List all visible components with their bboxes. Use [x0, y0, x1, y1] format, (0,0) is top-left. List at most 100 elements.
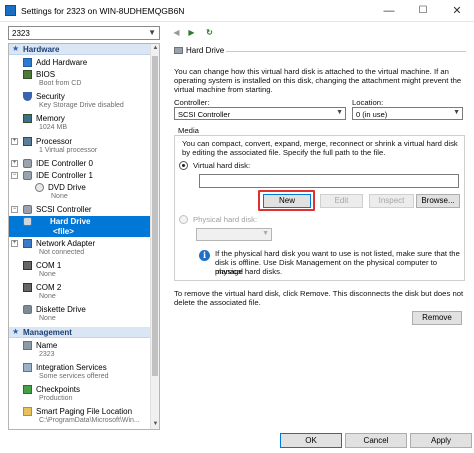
ide-controller-icon [23, 159, 32, 168]
star-icon: ★ [12, 327, 20, 336]
intro-line-2: operating system is installed on this di… [174, 76, 462, 85]
hard-drive-panel: Hard Drive You can change how this virtu… [166, 43, 466, 430]
collapse-toggle-icon[interactable]: − [11, 206, 18, 213]
hardware-header-label: Hardware [23, 45, 60, 54]
tree-item-processor[interactable]: + Processor 1 Virtual processor [9, 136, 151, 157]
tree-item-ide-controller-1[interactable]: − IDE Controller 1 [9, 170, 151, 181]
panel-title: Hard Drive [172, 46, 227, 55]
refresh-icon[interactable]: ↻ [203, 26, 216, 39]
remove-text-1: To remove the virtual hard disk, click R… [174, 289, 464, 298]
tree-item-sub: <file> [53, 227, 74, 236]
virtual-hd-radio[interactable] [179, 161, 188, 170]
physical-hd-label: Physical hard disk: [193, 215, 258, 224]
diskette-icon [23, 305, 32, 314]
highlight-annotation [258, 190, 315, 211]
radio-selected-dot [182, 164, 185, 167]
tree-item-label: COM 1 [36, 261, 62, 270]
collapse-toggle-icon[interactable]: − [11, 172, 18, 179]
vm-selector[interactable]: 2323 ▼ [8, 26, 160, 40]
settings-tree[interactable]: ★ Hardware Add Hardware BIOS Boot from C… [8, 43, 160, 430]
expand-toggle-icon[interactable]: + [11, 160, 18, 167]
physical-hd-radio[interactable] [179, 215, 188, 224]
tree-item-label: Network Adapter [36, 239, 96, 248]
maximize-button[interactable]: ☐ [406, 0, 440, 22]
scroll-thumb[interactable] [152, 56, 158, 376]
scsi-controller-icon [23, 205, 32, 214]
close-button[interactable]: ✕ [440, 0, 474, 22]
tree-item-label: Memory [36, 114, 65, 123]
inspect-button[interactable]: Inspect [369, 194, 414, 208]
tree-item-sub: C:\ProgramData\Microsoft\Win... [39, 417, 140, 424]
tree-item-sub: 1 Virtual processor [39, 147, 98, 154]
expand-toggle-icon[interactable]: + [11, 138, 18, 145]
intro-line-1: You can change how this virtual hard dis… [174, 67, 449, 76]
tree-item-diskette-drive[interactable]: Diskette Drive None [9, 304, 151, 325]
processor-icon [23, 137, 32, 146]
tree-item-sub: None [39, 315, 56, 322]
location-value: 0 (in use) [356, 109, 388, 119]
remove-button[interactable]: Remove [412, 311, 462, 325]
management-section-header[interactable]: ★ Management [9, 327, 151, 338]
tree-item-com1[interactable]: COM 1 None [9, 260, 151, 281]
controller-label: Controller: [174, 98, 210, 107]
panel-title-text: Hard Drive [186, 46, 225, 55]
tree-item-label: Processor [36, 137, 73, 146]
tree-item-security[interactable]: Security Key Storage Drive disabled [9, 91, 151, 112]
serial-port-icon [23, 261, 32, 270]
apply-button[interactable]: Apply [410, 433, 472, 448]
tree-item-label: IDE Controller 1 [36, 171, 93, 180]
dvd-icon [35, 183, 44, 192]
chevron-down-icon: ▼ [453, 109, 460, 116]
tree-item-add-hardware[interactable]: Add Hardware [9, 57, 151, 68]
ok-button[interactable]: OK [280, 433, 342, 448]
edit-button[interactable]: Edit [320, 194, 363, 208]
location-label: Location: [352, 98, 384, 107]
settings-app-icon [5, 5, 16, 16]
expand-toggle-icon[interactable]: + [11, 240, 18, 247]
tree-item-network-adapter[interactable]: + Network Adapter Not connected [9, 238, 151, 259]
tree-item-ide-controller-0[interactable]: + IDE Controller 0 [9, 158, 151, 169]
window-title: Settings for 2323 on WIN-8UDHEMQGB6N [21, 6, 185, 16]
tree-item-dvd-drive[interactable]: DVD Drive None [9, 182, 151, 203]
hard-drive-icon [23, 217, 32, 226]
tree-item-hard-drive[interactable]: Hard Drive <file> [9, 216, 151, 237]
tree-item-checkpoints[interactable]: Checkpoints Production [9, 384, 151, 405]
physical-note-1: If the physical hard disk you want to us… [215, 249, 460, 258]
physical-note-3: physical hard disks. [215, 267, 283, 276]
controller-dropdown[interactable]: SCSI Controller ▼ [174, 107, 346, 120]
bios-icon [23, 70, 32, 79]
tree-item-label: Checkpoints [36, 385, 81, 394]
tree-item-label: Security [36, 92, 65, 101]
tree-item-memory[interactable]: Memory 1024 MB [9, 113, 151, 134]
info-icon: i [199, 250, 210, 261]
tree-item-scsi-controller[interactable]: − SCSI Controller [9, 204, 151, 215]
tree-item-com2[interactable]: COM 2 None [9, 282, 151, 303]
physical-hd-dropdown[interactable]: ▼ [196, 228, 272, 241]
back-icon[interactable]: ◀ [170, 26, 183, 39]
virtual-hd-label: Virtual hard disk: [193, 161, 251, 170]
hardware-section-header[interactable]: ★ Hardware [9, 44, 151, 55]
cancel-button[interactable]: Cancel [345, 433, 407, 448]
minimize-button[interactable]: — [372, 0, 406, 22]
star-icon: ★ [12, 44, 20, 53]
tree-item-sub: 1024 MB [39, 124, 68, 131]
tree-item-sub: 2323 [39, 351, 55, 358]
shield-icon [23, 92, 32, 101]
tree-item-integration-services[interactable]: Integration Services Some services offer… [9, 362, 151, 383]
virtual-hd-path-input[interactable] [199, 174, 459, 188]
browse-button[interactable]: Browse... [416, 194, 460, 208]
intro-line-3: virtual machine from starting. [174, 85, 273, 94]
scroll-down-icon[interactable]: ▼ [151, 420, 159, 429]
tree-scrollbar[interactable]: ▲ ▼ [150, 44, 159, 429]
media-label: Media [178, 126, 199, 135]
tree-item-bios[interactable]: BIOS Boot from CD [9, 69, 151, 90]
scroll-up-icon[interactable]: ▲ [151, 44, 159, 53]
integration-services-icon [23, 363, 32, 372]
remove-text-2: delete the associated file. [174, 298, 261, 307]
tree-item-sub: Production [39, 395, 73, 402]
forward-icon[interactable]: ▶ [185, 26, 198, 39]
location-dropdown[interactable]: 0 (in use) ▼ [352, 107, 463, 120]
tree-item-smart-paging[interactable]: Smart Paging File Location C:\ProgramDat… [9, 406, 151, 427]
tree-item-name[interactable]: Name 2323 [9, 340, 151, 361]
tree-item-label: IDE Controller 0 [36, 159, 93, 168]
